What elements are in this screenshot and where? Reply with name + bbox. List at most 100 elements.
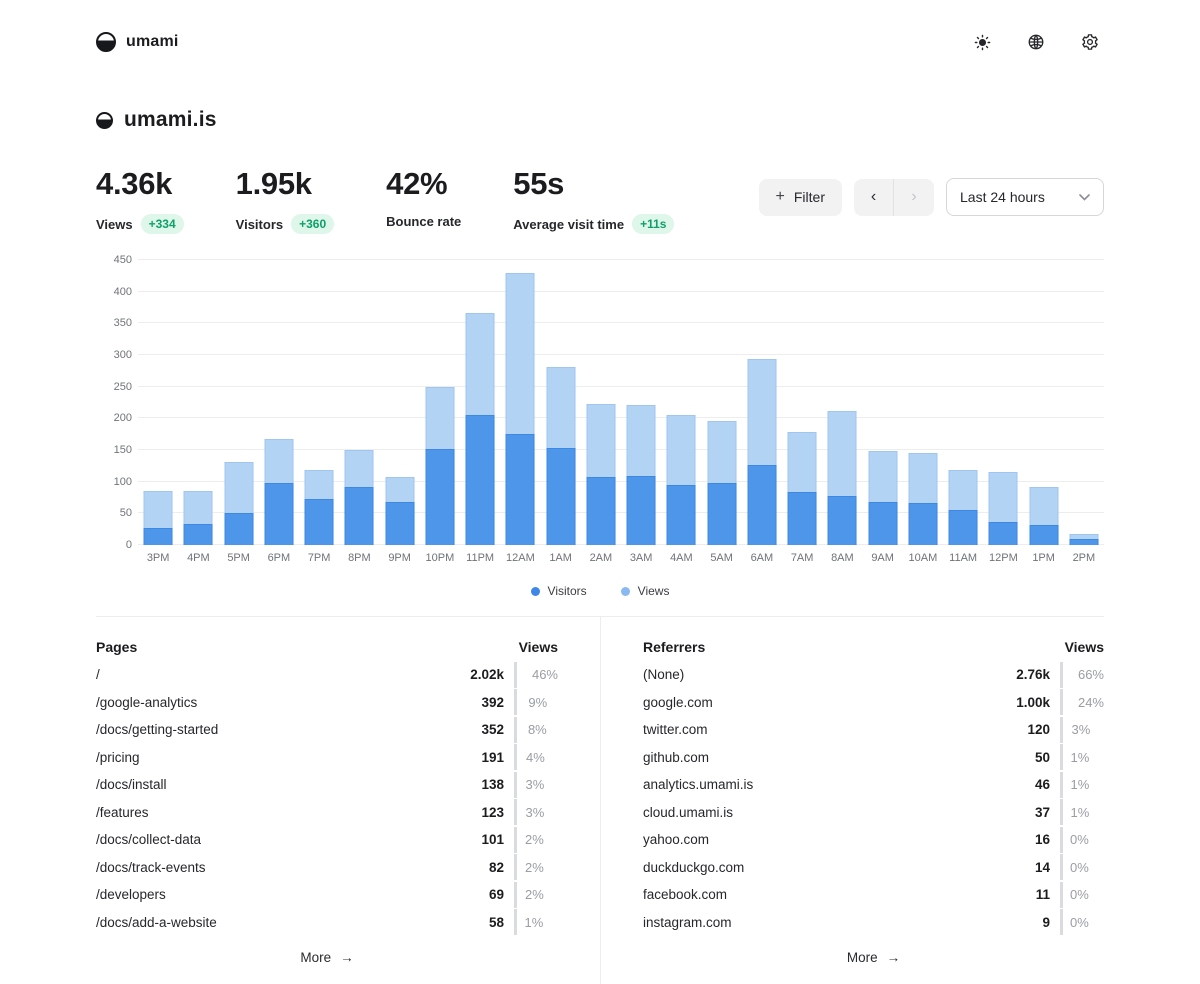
visitors-bar <box>345 487 374 545</box>
y-tick-label: 250 <box>114 381 132 393</box>
bar-7am[interactable] <box>782 260 822 545</box>
table-row: /2.02k46% <box>96 661 558 689</box>
table-views-header: Views <box>1065 639 1104 655</box>
row-link[interactable]: / <box>96 667 470 682</box>
table-row: instagram.com90% <box>643 909 1104 937</box>
chevron-down-icon <box>1079 194 1090 201</box>
bar-2pm[interactable] <box>1064 260 1104 545</box>
row-percent: 3% <box>514 772 558 798</box>
row-link[interactable]: /features <box>96 805 481 820</box>
table-views-header: Views <box>519 639 558 655</box>
row-link[interactable]: duckduckgo.com <box>643 860 1035 875</box>
bar-4pm[interactable] <box>178 260 218 545</box>
settings-gear-icon[interactable] <box>1076 28 1104 56</box>
x-tick-label: 11AM <box>943 552 983 564</box>
bar-11am[interactable] <box>943 260 983 545</box>
legend-item-views[interactable]: Views <box>621 584 670 598</box>
visitors-bar <box>989 522 1018 545</box>
row-percent: 24% <box>1060 689 1104 715</box>
chevron-left-icon[interactable]: ‹ <box>854 179 894 216</box>
chevron-right-icon[interactable]: › <box>894 179 934 216</box>
stat-label: Views <box>96 217 133 232</box>
row-link[interactable]: /docs/add-a-website <box>96 915 489 930</box>
bar-4am[interactable] <box>661 260 701 545</box>
bar-1am[interactable] <box>541 260 581 545</box>
stat-average-visit-time: 55sAverage visit time+11s <box>513 166 674 234</box>
row-percent: 3% <box>1060 717 1104 743</box>
row-link[interactable]: yahoo.com <box>643 832 1035 847</box>
main-content: umami.is 4.36kViews+3341.95kVisitors+360… <box>0 108 1200 984</box>
brand[interactable]: umami <box>96 32 179 52</box>
bar-8pm[interactable] <box>339 260 379 545</box>
bar-5am[interactable] <box>702 260 742 545</box>
date-range-select[interactable]: Last 24 hours <box>946 178 1104 216</box>
bar-12am[interactable] <box>500 260 540 545</box>
bar-3pm[interactable] <box>138 260 178 545</box>
stat-views: 4.36kViews+334 <box>96 166 184 234</box>
referrers-table: ReferrersViews(None)2.76k66%google.com1.… <box>600 617 1104 984</box>
bar-9pm[interactable] <box>380 260 420 545</box>
bar-8am[interactable] <box>822 260 862 545</box>
row-value: 50 <box>1035 750 1050 765</box>
bar-6am[interactable] <box>742 260 782 545</box>
row-link[interactable]: /developers <box>96 887 489 902</box>
row-link[interactable]: instagram.com <box>643 915 1042 930</box>
row-value: 14 <box>1035 860 1050 875</box>
bar-5pm[interactable] <box>219 260 259 545</box>
row-link[interactable]: google.com <box>643 695 1016 710</box>
bar-12pm[interactable] <box>983 260 1023 545</box>
bar-9am[interactable] <box>863 260 903 545</box>
x-tick-label: 8AM <box>822 552 862 564</box>
table-row: cloud.umami.is371% <box>643 799 1104 827</box>
row-link[interactable]: analytics.umami.is <box>643 777 1035 792</box>
row-link[interactable]: /docs/track-events <box>96 860 489 875</box>
filter-button[interactable]: + Filter <box>759 179 842 216</box>
bar-11pm[interactable] <box>460 260 500 545</box>
stat-meta: Bounce rate <box>386 214 461 229</box>
row-percent: 1% <box>514 909 558 935</box>
bar-2am[interactable] <box>581 260 621 545</box>
visitors-bar <box>908 503 937 545</box>
bar-10pm[interactable] <box>420 260 460 545</box>
more-button[interactable]: More→ <box>847 950 900 965</box>
row-value: 2.76k <box>1016 667 1050 682</box>
row-link[interactable]: github.com <box>643 750 1035 765</box>
row-percent: 8% <box>514 717 558 743</box>
stat-value: 42% <box>386 166 461 202</box>
row-link[interactable]: (None) <box>643 667 1016 682</box>
row-link[interactable]: cloud.umami.is <box>643 805 1035 820</box>
chart-legend: Visitors Views <box>96 584 1104 616</box>
x-tick-label: 6PM <box>259 552 299 564</box>
y-tick-label: 350 <box>114 317 132 329</box>
bar-10am[interactable] <box>903 260 943 545</box>
visitors-bar <box>425 449 454 545</box>
umami-dashboard: umami <box>0 0 1200 984</box>
table-row: twitter.com1203% <box>643 716 1104 744</box>
stat-meta: Views+334 <box>96 214 184 234</box>
x-tick-label: 12PM <box>983 552 1023 564</box>
legend-dot-icon <box>531 587 540 596</box>
language-globe-icon[interactable] <box>1022 28 1050 56</box>
row-link[interactable]: /docs/install <box>96 777 481 792</box>
visitors-bar <box>506 434 535 545</box>
row-link[interactable]: /docs/collect-data <box>96 832 481 847</box>
more-button[interactable]: More→ <box>300 950 353 965</box>
table-row: /features1233% <box>96 799 558 827</box>
row-link[interactable]: twitter.com <box>643 722 1027 737</box>
row-link[interactable]: /google-analytics <box>96 695 481 710</box>
visitors-bar <box>747 465 776 545</box>
theme-sun-icon[interactable] <box>968 28 996 56</box>
bar-6pm[interactable] <box>259 260 299 545</box>
row-link[interactable]: facebook.com <box>643 887 1036 902</box>
chart-plot-area <box>138 260 1104 545</box>
bar-3am[interactable] <box>621 260 661 545</box>
arrow-right-icon: → <box>340 950 354 965</box>
table-row: /google-analytics3929% <box>96 689 558 717</box>
row-link[interactable]: /docs/getting-started <box>96 722 481 737</box>
row-link[interactable]: /pricing <box>96 750 481 765</box>
stat-change-badge: +11s <box>632 214 674 234</box>
bar-1pm[interactable] <box>1024 260 1064 545</box>
legend-item-visitors[interactable]: Visitors <box>531 584 587 598</box>
bar-7pm[interactable] <box>299 260 339 545</box>
visitors-bar <box>949 510 978 545</box>
